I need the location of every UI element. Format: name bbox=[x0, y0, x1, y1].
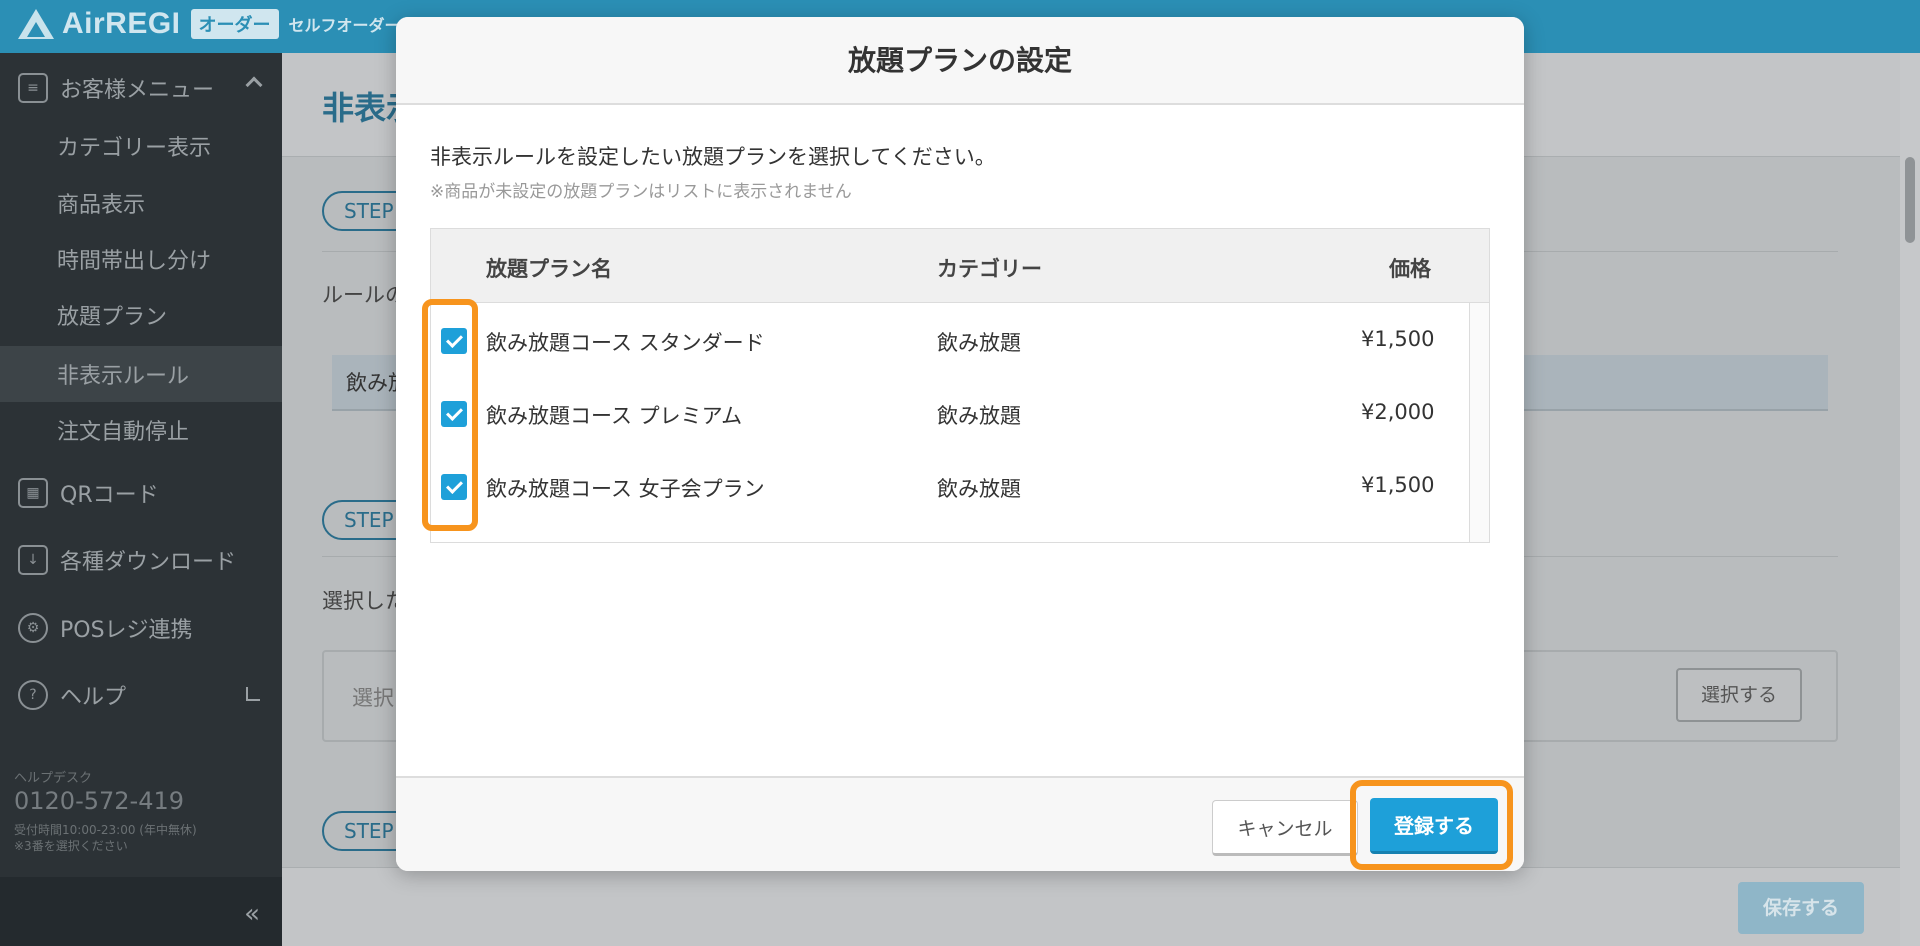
plan-name: 飲み放題コース プレミアム bbox=[486, 404, 743, 428]
rule-label: ルールの bbox=[322, 283, 406, 307]
plan-price: ¥1,500 bbox=[1361, 473, 1435, 497]
help-icon: ? bbox=[18, 680, 48, 710]
menu-book-icon: ≡ bbox=[18, 73, 48, 103]
helpdesk-phone: 0120-572-419 bbox=[14, 787, 185, 815]
sidebar-section-qr[interactable]: ▦ QRコード bbox=[0, 462, 282, 524]
register-button-highlight bbox=[1350, 780, 1513, 870]
plan-name: 飲み放題コース スタンダード bbox=[486, 331, 765, 355]
brand-badge: オーダー bbox=[190, 9, 279, 39]
plan-table: 放題プラン名 カテゴリー 価格 飲み放題コース スタンダード 飲み放題 ¥1,5… bbox=[430, 228, 1490, 543]
plan-settings-dialog: 放題プランの設定 非表示ルールを設定したい放題プランを選択してください。 ※商品… bbox=[396, 17, 1524, 871]
selection-placeholder: 選択 bbox=[352, 686, 394, 710]
main-footer: 保存する bbox=[282, 867, 1902, 946]
dialog-description: 非表示ルールを設定したい放題プランを選択してください。 bbox=[430, 145, 996, 169]
column-header-price: 価格 bbox=[1389, 257, 1431, 281]
sidebar-section-label: お客様メニュー bbox=[60, 78, 215, 103]
qr-code-icon: ▦ bbox=[18, 478, 48, 508]
gear-icon: ⚙ bbox=[18, 613, 48, 643]
sidebar-section-label: QRコード bbox=[60, 483, 159, 508]
sidebar-footer: « bbox=[0, 877, 282, 946]
plan-price: ¥1,500 bbox=[1361, 327, 1435, 351]
sidebar-section-pos[interactable]: ⚙ POSレジ連携 bbox=[0, 597, 282, 659]
collapse-sidebar-icon[interactable]: « bbox=[244, 899, 260, 929]
save-button[interactable]: 保存する bbox=[1738, 882, 1864, 934]
brand-logo: AirREGI オーダー セルフオーダー bbox=[16, 6, 401, 42]
sidebar-section-download[interactable]: ↓ 各種ダウンロード bbox=[0, 529, 282, 591]
table-row[interactable]: 飲み放題コース プレミアム 飲み放題 ¥2,000 bbox=[431, 378, 1469, 450]
cancel-button[interactable]: キャンセル bbox=[1212, 800, 1358, 856]
sidebar-item-hide-rules[interactable]: 非表示ルール bbox=[0, 346, 282, 402]
sidebar-section-label: 各種ダウンロード bbox=[60, 550, 237, 575]
column-header-category: カテゴリー bbox=[937, 257, 1042, 281]
sidebar: ≡ お客様メニュー カテゴリー表示 商品表示 時間帯出し分け 放題プラン 非表示… bbox=[0, 53, 282, 946]
column-header-name: 放題プラン名 bbox=[486, 257, 612, 281]
table-row[interactable]: 飲み放題コース 女子会プラン 飲み放題 ¥1,500 bbox=[431, 451, 1469, 523]
dialog-footer: キャンセル 登録する bbox=[396, 776, 1524, 871]
page-scrollbar[interactable] bbox=[1900, 53, 1920, 946]
table-header: 放題プラン名 カテゴリー 価格 bbox=[431, 229, 1489, 303]
table-row[interactable]: 飲み放題コース スタンダード 飲み放題 ¥1,500 bbox=[431, 305, 1469, 377]
table-scrollbar[interactable] bbox=[1469, 303, 1489, 542]
selected-label: 選択した bbox=[322, 589, 406, 613]
brand-subtitle: セルフオーダー bbox=[288, 16, 401, 35]
dialog-note: ※商品が未設定の放題プランはリストに表示されません bbox=[430, 182, 852, 202]
select-button[interactable]: 選択する bbox=[1676, 668, 1802, 722]
download-icon: ↓ bbox=[18, 545, 48, 575]
dialog-title: 放題プランの設定 bbox=[396, 17, 1524, 105]
plan-category: 飲み放題 bbox=[937, 331, 1021, 355]
external-link-icon bbox=[246, 687, 260, 701]
helpdesk-label: ヘルプデスク bbox=[14, 771, 93, 786]
brand-name: AirREGI bbox=[62, 7, 181, 40]
plan-name: 飲み放題コース 女子会プラン bbox=[486, 477, 765, 501]
sidebar-section-label: POSレジ連携 bbox=[60, 618, 193, 643]
sidebar-item-time-slots[interactable]: 時間帯出し分け bbox=[0, 231, 282, 287]
chevron-up-icon bbox=[245, 76, 263, 94]
scrollbar-thumb[interactable] bbox=[1905, 157, 1915, 243]
sidebar-item-auto-stop[interactable]: 注文自動停止 bbox=[0, 402, 282, 458]
plan-price: ¥2,000 bbox=[1361, 400, 1435, 424]
sidebar-section-customer-menu[interactable]: ≡ お客様メニュー bbox=[0, 57, 282, 119]
plan-category: 飲み放題 bbox=[937, 404, 1021, 428]
sidebar-item-category[interactable]: カテゴリー表示 bbox=[0, 118, 282, 174]
helpdesk-hours: 受付時間10:00-23:00 (年中無休) bbox=[14, 823, 197, 837]
checkbox-highlight bbox=[422, 299, 478, 531]
airregi-logo-icon bbox=[16, 7, 56, 41]
sidebar-section-label: ヘルプ bbox=[60, 685, 127, 710]
sidebar-section-help[interactable]: ? ヘルプ bbox=[0, 664, 282, 726]
sidebar-item-products[interactable]: 商品表示 bbox=[0, 175, 282, 231]
plan-category: 飲み放題 bbox=[937, 477, 1021, 501]
helpdesk-note: ※3番を選択ください bbox=[14, 839, 128, 853]
sidebar-item-plans[interactable]: 放題プラン bbox=[0, 287, 282, 343]
